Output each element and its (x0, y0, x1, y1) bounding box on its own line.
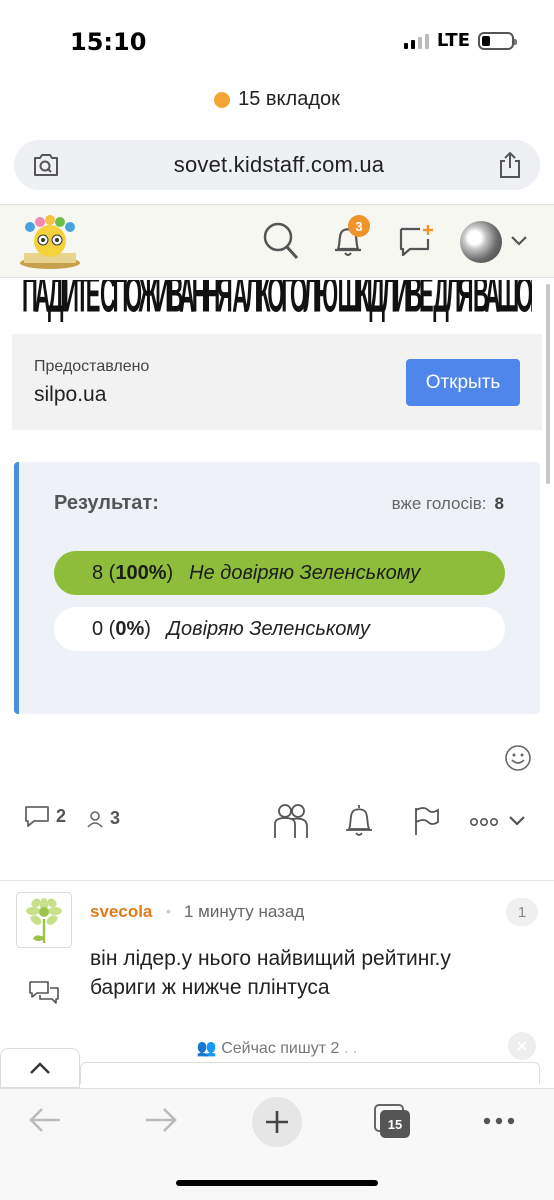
poll-title: Результат: (54, 492, 159, 514)
comment-author[interactable]: svecola (90, 902, 152, 922)
comment-icon (25, 806, 49, 827)
ad-banner-caption: ПАДІЙТЕ СПОЖИВАННЯ АЛКОГОЛЮ ШКІДЛИВЕ ДЛЯ… (22, 280, 532, 324)
notifications-button[interactable]: 3 (332, 215, 370, 259)
share-icon[interactable] (498, 151, 522, 179)
status-indicators: LTE (403, 30, 517, 51)
comments-count: 2 (56, 805, 67, 826)
new-message-icon[interactable] (398, 223, 436, 259)
subscribe-bell-icon[interactable] (344, 804, 374, 838)
more-options-icon[interactable] (469, 816, 499, 828)
signal-icon (403, 33, 429, 49)
site-logo[interactable] (16, 213, 84, 273)
comment-time[interactable]: 1 минуту назад (184, 902, 304, 922)
poll-option-2-label: Довіряю Зеленському (166, 617, 370, 640)
camera-search-icon[interactable] (32, 152, 60, 178)
emoji-icon[interactable] (504, 744, 532, 772)
poll-option-2: 0 (0%) Довіряю Зеленському (54, 607, 505, 651)
typing-indicator: 👥 Сейчас пишут 2 . . (0, 1038, 554, 1058)
site-header: 3 (0, 204, 554, 278)
poll-votes-label: вже голосів: (391, 494, 487, 513)
poll-option-1-label: Не довіряю Зеленському (189, 561, 421, 584)
address-bar[interactable]: sovet.kidstaff.com.ua (14, 140, 540, 190)
scroll-up-button[interactable] (0, 1048, 80, 1088)
scrollbar-thumb[interactable] (546, 284, 550, 484)
url-text[interactable]: sovet.kidstaff.com.ua (174, 152, 384, 178)
new-tab-button[interactable] (252, 1097, 302, 1147)
typing-dots: . . (343, 1040, 358, 1057)
reply-icon[interactable] (28, 980, 60, 1006)
expand-chevron-icon[interactable] (508, 815, 526, 827)
comment-number[interactable]: 1 (506, 898, 538, 926)
close-icon[interactable] (508, 1032, 536, 1060)
tab-count[interactable]: 15 вкладок (0, 88, 554, 111)
comments-count-button[interactable]: 2 (24, 804, 66, 828)
chevron-up-icon (30, 1062, 50, 1074)
tab-count-label: 15 вкладок (238, 88, 340, 110)
menu-dots-icon[interactable] (482, 1116, 516, 1126)
poll-votes: вже голосів: 8 (392, 494, 504, 514)
user-icon (87, 810, 103, 828)
forward-arrow-icon[interactable] (144, 1106, 178, 1134)
ad-open-button[interactable]: Открыть (406, 359, 520, 406)
report-flag-icon[interactable] (412, 806, 440, 836)
ad-site: silpo.ua (34, 383, 107, 406)
user-avatar[interactable] (460, 221, 502, 263)
status-time: 15:10 (70, 28, 147, 56)
home-indicator[interactable] (176, 1180, 378, 1186)
typing-people-icon: 👥 (196, 1040, 217, 1057)
poll-option-1-stats: 8 (100%) (92, 561, 174, 584)
flower-icon (26, 898, 62, 943)
plus-icon (266, 1111, 288, 1133)
poll-option-1: 8 (100%) Не довіряю Зеленському (54, 551, 505, 595)
tabs-count-badge: 15 (380, 1110, 410, 1138)
network-label: LTE (436, 30, 470, 51)
comment-author-avatar[interactable] (16, 892, 72, 948)
ad-banner-text[interactable]: ПАДІЙТЕ СПОЖИВАННЯ АЛКОГОЛЮ ШКІДЛИВЕ ДЛЯ… (22, 280, 532, 328)
typing-label: Сейчас пишут (221, 1040, 327, 1057)
participants-icon[interactable] (272, 802, 310, 840)
ad-provided-label: Предоставлено (34, 358, 150, 375)
chevron-down-icon[interactable] (510, 235, 528, 247)
comment-text: він лідер.у нього найвищий рейтинг.у бар… (90, 947, 451, 999)
comment-separator: • (166, 903, 171, 919)
poll-votes-count: 8 (494, 494, 504, 513)
typing-count: 2 (330, 1040, 340, 1057)
back-arrow-icon[interactable] (28, 1106, 62, 1134)
participants-count-value: 3 (110, 808, 121, 828)
poll-option-2-stats: 0 (0%) (92, 617, 151, 640)
participants-count[interactable]: 3 (86, 808, 120, 829)
search-icon[interactable] (262, 221, 300, 261)
battery-icon (478, 31, 517, 50)
comment-editor[interactable] (80, 1062, 540, 1084)
tab-indicator-dot (214, 91, 231, 108)
divider (0, 880, 554, 881)
tabs-button[interactable]: 15 (374, 1104, 410, 1138)
notification-badge: 3 (348, 215, 370, 237)
